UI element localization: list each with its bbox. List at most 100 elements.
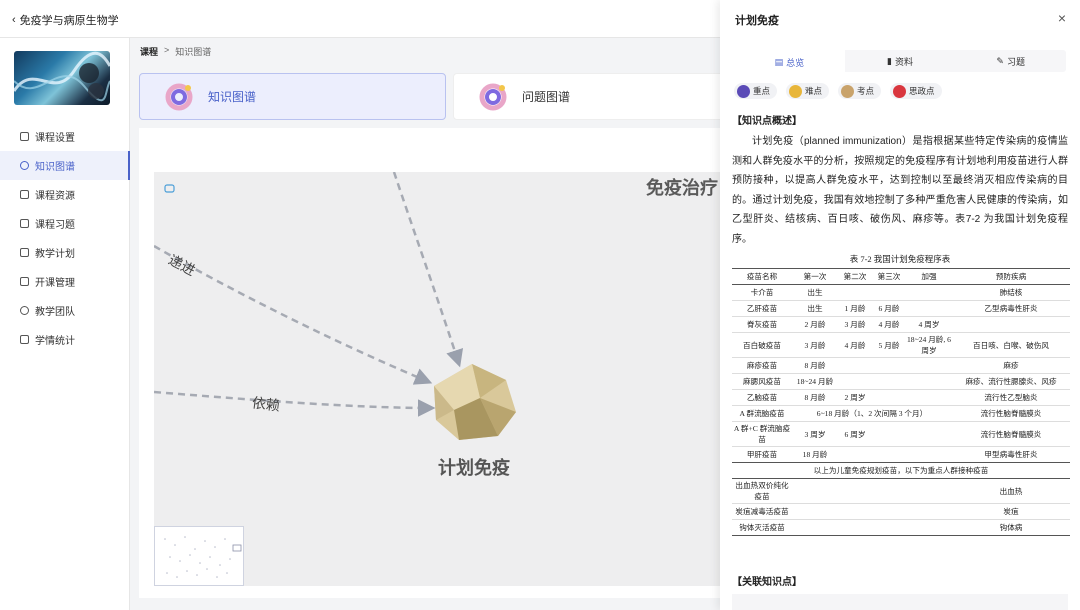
- table-cell: 18 月龄: [792, 446, 838, 463]
- table-cell: 甲型病毒性肝炎: [952, 446, 1070, 463]
- pencil-icon: [841, 84, 855, 98]
- table-cell: 18~24 月龄, 6 周岁: [906, 332, 952, 358]
- tab-materials[interactable]: ▮ 资料: [845, 50, 956, 72]
- table-cell: 出生: [792, 300, 838, 317]
- comment-icon[interactable]: [164, 184, 175, 193]
- graph-minimap[interactable]: [154, 526, 244, 586]
- panel-tabs: ▤ 总览 ▮ 资料 ✎ 习题: [734, 50, 1066, 72]
- table-row: 甲肝疫苗 18 月龄 甲型病毒性肝炎: [732, 446, 1070, 463]
- table-cell: [838, 357, 872, 374]
- table-cell: 乙脑疫苗: [732, 389, 792, 406]
- flag-icon: [893, 84, 907, 98]
- sidebar-item-course-exercises[interactable]: 课程习题: [0, 209, 130, 238]
- table-cell: 麻腮风疫苗: [732, 373, 792, 390]
- related-node-thumbnail[interactable]: [732, 594, 1068, 610]
- tag-difficult-point: 难点: [786, 83, 830, 99]
- chevron-left-icon: ‹: [12, 14, 16, 26]
- detail-panel: 计划免疫 × ▤ 总览 ▮ 资料 ✎ 习题 重点 难点 考点 思政点 【知识点概述】 …: [720, 0, 1080, 610]
- panel-title: 计划免疫: [735, 15, 779, 27]
- table-cell: 钩体病: [952, 519, 1070, 536]
- table-cell: 8 月龄: [792, 357, 838, 374]
- sidebar-item-teaching-plan[interactable]: 教学计划: [0, 238, 130, 267]
- table-row: 乙脑疫苗 8 月龄 2 周岁 流行性乙型脑炎: [732, 389, 1070, 406]
- table-cell: A 群+C 群流脑疫苗: [732, 421, 792, 447]
- table-cell: [838, 503, 872, 520]
- question-graph-card[interactable]: 问题图谱: [453, 73, 733, 120]
- table-cell: [906, 357, 952, 374]
- sidebar-item-course-settings[interactable]: 课程设置: [0, 122, 130, 151]
- close-icon[interactable]: ×: [1058, 10, 1066, 26]
- sidebar: 课程设置 知识图谱 课程资源 课程习题 教学计划 开课管理 教学团队 学情统计: [0, 38, 130, 610]
- table-cell: [906, 284, 952, 301]
- team-icon: [20, 306, 29, 315]
- sidebar-item-class-management[interactable]: 开课管理: [0, 267, 130, 296]
- table-cell: [872, 357, 906, 374]
- table-cell: 炭疽: [952, 503, 1070, 520]
- table-cell: [792, 519, 838, 536]
- tab-exercises[interactable]: ✎ 习题: [955, 50, 1066, 72]
- table-cell: 18~24 月龄: [792, 373, 838, 390]
- table-cell: 麻疹、流行性腮腺炎、风疹: [952, 373, 1070, 390]
- sidebar-item-learning-stats[interactable]: 学情统计: [0, 325, 130, 354]
- table-cell: [906, 446, 952, 463]
- knowledge-graph-logo-icon: [165, 83, 193, 110]
- sidebar-item-course-resources[interactable]: 课程资源: [0, 180, 130, 209]
- tag-exam-point: 考点: [838, 83, 882, 99]
- table-cell: 第一次: [792, 268, 838, 285]
- table-cell: [838, 446, 872, 463]
- table-cell: 出生: [792, 284, 838, 301]
- knowledge-graph-card[interactable]: 知识图谱: [139, 73, 446, 120]
- center-node-polyhedron[interactable]: [434, 364, 516, 440]
- breadcrumb: 课程 > 知识图谱: [140, 45, 211, 58]
- sidebar-nav: 课程设置 知识图谱 课程资源 课程习题 教学计划 开课管理 教学团队 学情统计: [0, 122, 130, 354]
- tab-overview[interactable]: ▤ 总览: [734, 50, 845, 72]
- table-row: 卡介苗 出生 肺结核: [732, 284, 1070, 301]
- table-cell: 炭疽减毒活疫苗: [732, 503, 792, 520]
- sidebar-item-teaching-team[interactable]: 教学团队: [0, 296, 130, 325]
- table-cell: 加强: [906, 268, 952, 285]
- table-cell: 肺结核: [952, 284, 1070, 301]
- breadcrumb-root[interactable]: 课程: [140, 45, 158, 58]
- table-row: 钩体灭活疫苗 钩体病: [732, 519, 1070, 536]
- knowledge-graph-canvas[interactable]: 递进 依赖 免疫治疗 计划免疫: [154, 172, 724, 586]
- table-cell: [872, 421, 906, 447]
- table-cell: 百日咳、白喉、破伤风: [952, 332, 1070, 358]
- table-row: 乙肝疫苗 出生 1 月龄 6 月龄 乙型病毒性肝炎: [732, 300, 1070, 317]
- center-node-label[interactable]: 计划免疫: [438, 454, 510, 480]
- edge-label-depend: 依赖: [251, 394, 281, 414]
- table-cell: [872, 446, 906, 463]
- table-cell: [906, 421, 952, 447]
- calendar-icon: [20, 248, 29, 257]
- table-cell: 流行性脑脊髓膜炎: [952, 421, 1070, 447]
- top-node-label[interactable]: 免疫治疗: [646, 174, 718, 200]
- table-row: 百白破疫苗 3 月龄 4 月龄 5 月龄 18~24 月龄, 6 周岁 百日咳、白喉、破伤…: [732, 332, 1070, 358]
- settings-square-icon: [20, 132, 29, 141]
- table-cell: 乙肝疫苗: [732, 300, 792, 317]
- table-cell: [906, 373, 952, 390]
- table-cell: [872, 478, 906, 504]
- table-cell: [838, 519, 872, 536]
- table-cell: 3 周岁: [792, 421, 838, 447]
- tag-key-point: 重点: [734, 83, 778, 99]
- chart-icon: [20, 335, 29, 344]
- table-caption: 表 7-2 我国计划免疫程序表: [849, 254, 951, 264]
- table-row: 出血热双价纯化疫苗 出血热: [732, 478, 1070, 504]
- table-cell: [872, 519, 906, 536]
- table-cell: [952, 316, 1070, 333]
- table-cell: [906, 300, 952, 317]
- table-cell: 第三次: [872, 268, 906, 285]
- table-cell: 流行性脑脊髓膜炎: [952, 405, 1070, 422]
- back-button[interactable]: ‹ 免疫学与病原生物学: [12, 12, 119, 28]
- table-cell: 乙型病毒性肝炎: [952, 300, 1070, 317]
- table-cell: [906, 503, 952, 520]
- table-cell: [906, 478, 952, 504]
- question-graph-logo-icon: [479, 83, 507, 110]
- table-cell: 2 周岁: [838, 389, 872, 406]
- breadcrumb-separator: >: [164, 45, 170, 55]
- table-cell: [792, 503, 838, 520]
- table-cell: 6 月龄: [872, 300, 906, 317]
- overview-icon: ▤: [774, 56, 784, 67]
- table-cell: 4 月龄: [872, 316, 906, 333]
- table-cell: [872, 373, 906, 390]
- sidebar-item-knowledge-graph[interactable]: 知识图谱: [0, 151, 130, 180]
